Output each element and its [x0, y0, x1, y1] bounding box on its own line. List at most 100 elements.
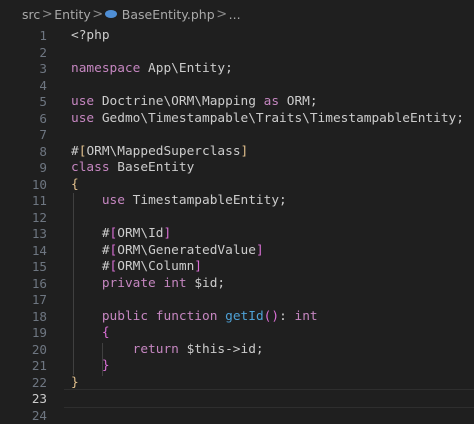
code-token: ORM\Column	[117, 259, 194, 274]
breadcrumb-item-file[interactable]: BaseEntity.php	[105, 7, 215, 22]
code-text: return $this->id;	[71, 342, 264, 359]
chevron-right-icon: >	[215, 7, 229, 22]
line-number: 24	[0, 408, 47, 424]
code-text: #[ORM\Id]	[71, 226, 171, 243]
code-token	[148, 309, 156, 324]
code-token: BaseEntity	[110, 160, 195, 175]
code-line[interactable]: 5use Doctrine\ORM\Mapping as ORM;	[0, 94, 474, 111]
code-token: getId	[225, 309, 264, 324]
code-line[interactable]: 7	[0, 127, 474, 144]
php-file-icon	[105, 10, 117, 18]
line-number: 4	[0, 78, 47, 95]
code-line[interactable]: 8 #[ORM\MappedSuperclass]	[0, 144, 474, 161]
breadcrumb-label-symbols: ...	[229, 7, 241, 22]
code-line[interactable]: 18 public function getId(): int	[0, 309, 474, 326]
line-number: 2	[0, 45, 47, 62]
code-line[interactable]: 10{	[0, 177, 474, 194]
code-line[interactable]: 4	[0, 78, 474, 95]
code-token: class	[71, 160, 110, 175]
breadcrumb-item-symbols[interactable]: ...	[229, 7, 241, 22]
code-token: #	[71, 226, 110, 241]
code-text: }	[71, 375, 79, 392]
code-text: #[ORM\Column]	[71, 259, 202, 276]
code-line[interactable]: 9 class BaseEntity	[0, 160, 474, 177]
code-text: <?php	[71, 28, 110, 45]
breadcrumb-item-src[interactable]: src	[22, 7, 40, 22]
line-number: 6	[0, 111, 47, 128]
code-token: }	[71, 375, 79, 390]
code-line[interactable]: 14 #[ORM\GeneratedValue]	[0, 243, 474, 260]
code-line[interactable]: 11 use TimestampableEntity;	[0, 193, 474, 210]
code-token: ORM\MappedSuperclass	[86, 144, 240, 159]
code-text: use Doctrine\ORM\Mapping as ORM;	[71, 94, 318, 111]
chevron-right-icon: >	[91, 7, 105, 22]
line-number: 23	[0, 391, 47, 408]
code-line[interactable]: 2	[0, 45, 474, 62]
code-line[interactable]: 16 private int $id;	[0, 276, 474, 293]
code-text: #[ORM\MappedSuperclass]	[71, 144, 248, 161]
code-token: :	[279, 309, 294, 324]
code-token: ORM;	[279, 94, 318, 109]
code-line[interactable]: 22}	[0, 375, 474, 392]
code-token: return	[133, 342, 179, 357]
line-number: 20	[0, 342, 47, 359]
code-line[interactable]: 15 #[ORM\Column]	[0, 259, 474, 276]
code-text: class BaseEntity	[71, 160, 194, 177]
code-token	[71, 342, 133, 357]
line-number: 18	[0, 309, 47, 326]
code-token: public	[102, 309, 148, 324]
line-number: 8	[0, 144, 47, 161]
line-number: 15	[0, 259, 47, 276]
breadcrumb-label-src: src	[22, 7, 40, 22]
breadcrumb-label-file: BaseEntity.php	[122, 7, 215, 22]
code-token: as	[264, 94, 279, 109]
code-line[interactable]: 23	[0, 391, 474, 408]
code-line[interactable]: 1 <?php	[0, 28, 474, 45]
code-text: }	[71, 358, 110, 375]
line-number: 21	[0, 358, 47, 375]
line-number: 9	[0, 160, 47, 177]
code-token: ]	[163, 226, 171, 241]
code-line[interactable]: 6 use Gedmo\Timestampable\Traits\Timestam…	[0, 111, 474, 128]
code-token: ()	[264, 309, 279, 324]
code-token	[71, 358, 102, 373]
code-line[interactable]: 19 {	[0, 325, 474, 342]
line-number: 14	[0, 243, 47, 260]
code-line[interactable]: 24	[0, 408, 474, 424]
code-text: {	[71, 325, 110, 342]
line-number: 13	[0, 226, 47, 243]
line-number: 11	[0, 193, 47, 210]
code-text: use TimestampableEntity;	[71, 193, 287, 210]
code-token: use	[71, 94, 94, 109]
code-line[interactable]: 21 }	[0, 358, 474, 375]
code-text: public function getId(): int	[71, 309, 318, 326]
code-line[interactable]: 13 #[ORM\Id]	[0, 226, 474, 243]
code-token: ORM\GeneratedValue	[117, 243, 256, 258]
breadcrumb-item-entity[interactable]: Entity	[54, 7, 91, 22]
code-token: ]	[256, 243, 264, 258]
code-text: {	[71, 177, 79, 194]
line-number: 17	[0, 292, 47, 309]
code-text: use Gedmo\Timestampable\Traits\Timestamp…	[71, 111, 464, 128]
chevron-right-icon: >	[40, 7, 54, 22]
code-token: $id;	[187, 276, 226, 291]
code-token: {	[102, 325, 110, 340]
line-number: 12	[0, 210, 47, 227]
code-line[interactable]: 3namespace App\Entity;	[0, 61, 474, 78]
code-token: use	[102, 193, 125, 208]
code-line[interactable]: 20 return $this->id;	[0, 342, 474, 359]
code-token: {	[71, 177, 79, 192]
code-token	[71, 193, 102, 208]
code-token: <?php	[71, 28, 110, 43]
code-token: namespace	[71, 61, 140, 76]
line-number: 22	[0, 375, 47, 392]
breadcrumb-label-entity: Entity	[54, 7, 91, 22]
code-line[interactable]: 17	[0, 292, 474, 309]
code-token: Gedmo\Timestampable\Traits\Timestampable…	[94, 111, 464, 126]
line-number: 1	[0, 28, 47, 45]
code-token: Doctrine\ORM\Mapping	[94, 94, 264, 109]
code-token: private	[102, 276, 156, 291]
code-editor[interactable]: 1<?php23namespace App\Entity;45use Doctr…	[0, 28, 474, 420]
code-line[interactable]: 12	[0, 210, 474, 227]
line-number: 3	[0, 61, 47, 78]
